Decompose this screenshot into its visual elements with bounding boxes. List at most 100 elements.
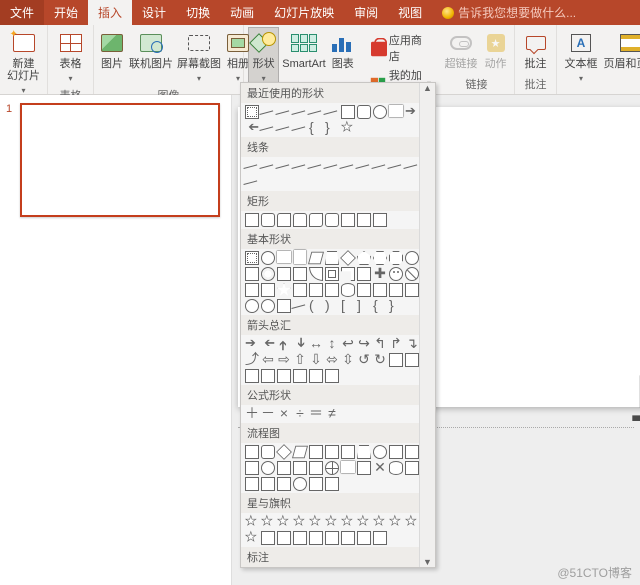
fl13[interactable] <box>261 461 275 475</box>
l12[interactable] <box>245 175 259 189</box>
shape-triangle[interactable] <box>389 105 403 117</box>
a25[interactable] <box>277 369 291 383</box>
l4[interactable] <box>293 159 307 173</box>
b-rpar[interactable]: ) <box>325 299 339 313</box>
shape-rect[interactable] <box>341 105 355 119</box>
b-35[interactable] <box>261 299 275 313</box>
fl14[interactable] <box>277 461 291 475</box>
comment-button[interactable]: 批注 <box>519 27 552 73</box>
b-oct[interactable] <box>389 251 403 265</box>
a12[interactable]: ⤴ <box>245 353 259 367</box>
s-rb1[interactable] <box>261 531 275 545</box>
a20[interactable]: ↻ <box>373 353 387 367</box>
a24[interactable] <box>261 369 275 383</box>
f-plus[interactable]: ＋ <box>245 407 259 421</box>
shape-arrowline[interactable] <box>293 105 307 119</box>
b-27[interactable] <box>309 283 323 297</box>
a18[interactable]: ⇳ <box>341 353 355 367</box>
fl9[interactable] <box>373 445 387 459</box>
b-36[interactable] <box>277 299 291 313</box>
s1[interactable] <box>245 515 259 529</box>
s5[interactable] <box>309 515 323 529</box>
s12[interactable] <box>245 531 259 545</box>
b-14[interactable] <box>277 267 291 281</box>
slide-title-text[interactable]: 单 <box>628 337 640 453</box>
textbox-button[interactable]: A文本框 <box>561 27 601 87</box>
b-26[interactable] <box>293 283 307 297</box>
chart-button[interactable]: 图表 <box>329 27 357 73</box>
f-div[interactable]: ÷ <box>293 407 307 421</box>
b-31[interactable] <box>373 283 387 297</box>
tab-view[interactable]: 视图 <box>388 0 432 25</box>
a21[interactable] <box>389 353 403 367</box>
fl20[interactable]: ✕ <box>373 461 387 475</box>
l6[interactable] <box>325 159 339 173</box>
r7[interactable] <box>341 213 355 227</box>
fl1[interactable] <box>245 445 259 459</box>
tab-insert[interactable]: 插入 <box>88 0 132 25</box>
new-slide-button[interactable]: 新建 幻灯片 <box>4 27 43 99</box>
a16[interactable]: ⇩ <box>309 353 323 367</box>
b-dia[interactable] <box>340 250 356 266</box>
fl12[interactable] <box>245 461 259 475</box>
s7[interactable] <box>341 515 355 529</box>
tab-review[interactable]: 审阅 <box>344 0 388 25</box>
tell-me-search[interactable]: 告诉我您想要做什么... <box>432 0 586 25</box>
b-arc[interactable] <box>293 299 307 313</box>
a8[interactable]: ↪ <box>357 337 371 351</box>
tab-transition[interactable]: 切换 <box>176 0 220 25</box>
shape-free[interactable] <box>293 121 307 135</box>
slide-thumbnail-pane[interactable]: 1 <box>0 95 232 585</box>
picture-button[interactable]: 图片 <box>98 27 126 73</box>
a2[interactable] <box>261 337 275 351</box>
fl22[interactable] <box>405 461 419 475</box>
action-button[interactable]: ★动作 <box>481 27 510 73</box>
shape-roundrect[interactable] <box>357 105 371 119</box>
s-rb3[interactable] <box>293 531 307 545</box>
a11[interactable]: ↴ <box>405 337 419 351</box>
b-nosym[interactable] <box>405 267 419 281</box>
f-eq[interactable]: ＝ <box>309 407 323 421</box>
fl11[interactable] <box>405 445 419 459</box>
a22[interactable] <box>405 353 419 367</box>
r2[interactable] <box>261 213 275 227</box>
f-minus[interactable]: － <box>261 407 275 421</box>
r9[interactable] <box>373 213 387 227</box>
b-oval[interactable] <box>261 251 275 265</box>
shape-curve1[interactable] <box>261 121 275 135</box>
b-L[interactable] <box>341 267 355 281</box>
a6[interactable]: ↕ <box>325 337 339 351</box>
s3[interactable] <box>277 515 291 529</box>
b-34[interactable] <box>245 299 259 313</box>
r1[interactable] <box>245 213 259 227</box>
a5[interactable]: ↔ <box>309 337 323 351</box>
l5[interactable] <box>309 159 323 173</box>
l1[interactable] <box>245 159 259 173</box>
f-neq[interactable]: ≠ <box>325 407 339 421</box>
scroll-up-icon[interactable]: ▲ <box>423 83 432 93</box>
s8[interactable] <box>357 515 371 529</box>
fl4[interactable] <box>292 446 308 459</box>
s-rb6[interactable] <box>341 531 355 545</box>
r6[interactable] <box>325 213 339 227</box>
shape-elbow[interactable] <box>325 105 339 119</box>
l3[interactable] <box>277 159 291 173</box>
shape-star[interactable] <box>341 121 355 135</box>
slide-thumbnail-1[interactable] <box>20 103 220 217</box>
shape-curve2[interactable] <box>277 121 291 135</box>
fl6[interactable] <box>325 445 339 459</box>
b-24[interactable] <box>261 283 275 297</box>
a15[interactable]: ⇧ <box>293 353 307 367</box>
tab-home[interactable]: 开始 <box>44 0 88 25</box>
shapes-scrollbar[interactable]: ▲▼ <box>419 83 435 567</box>
fl19[interactable] <box>357 461 371 475</box>
a13[interactable]: ⇦ <box>261 353 275 367</box>
fl21[interactable] <box>389 461 403 475</box>
a7[interactable]: ↩ <box>341 337 355 351</box>
b-trap[interactable] <box>325 251 339 265</box>
shape-oval[interactable] <box>373 105 387 119</box>
s11[interactable] <box>405 515 419 529</box>
l10[interactable] <box>389 159 403 173</box>
hyperlink-button[interactable]: 超链接 <box>443 27 479 73</box>
b-rbrc[interactable]: } <box>389 299 403 313</box>
